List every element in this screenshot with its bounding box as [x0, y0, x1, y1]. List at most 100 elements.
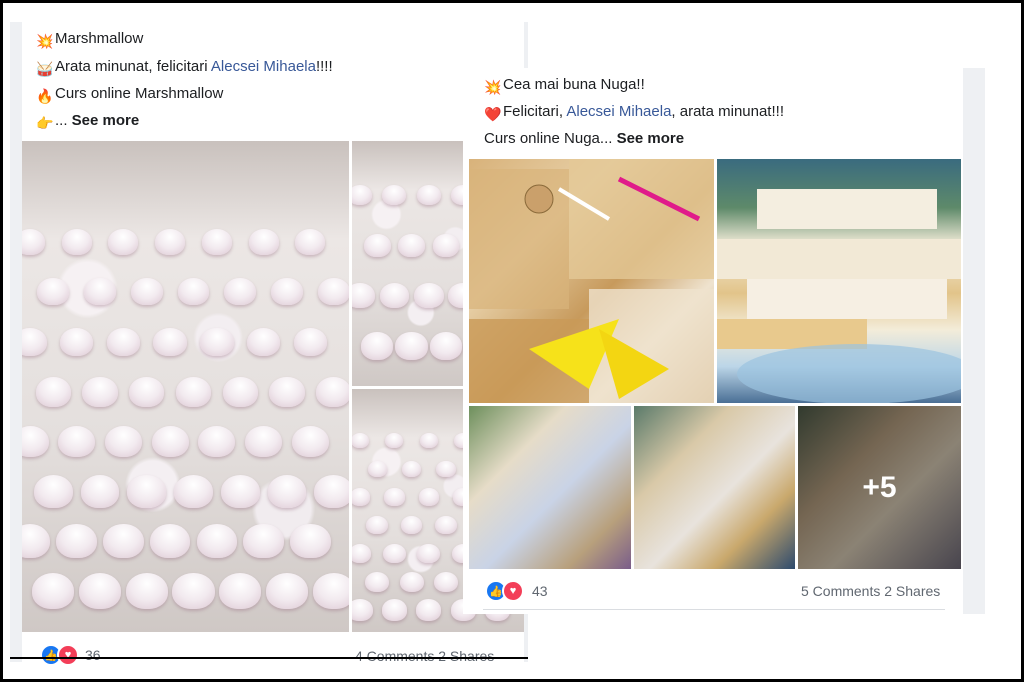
marshmallow-drop: [395, 332, 428, 360]
marshmallow-drop: [417, 543, 441, 564]
post-text: ...: [55, 112, 72, 129]
see-more-link[interactable]: See more: [617, 130, 685, 147]
post-text: Arata minunat, felicitari: [55, 58, 211, 75]
post-card: 💥 Marshmallow 🥁 Arata minunat, felicitari …: [22, 22, 524, 666]
marshmallow-drop: [59, 327, 94, 357]
marshmallow-drop: [22, 229, 45, 255]
more-photos-count: +5: [862, 470, 897, 504]
drum-emoji-icon: 🥁: [36, 61, 54, 77]
see-more-link[interactable]: See more: [72, 112, 140, 129]
marshmallow-drop: [108, 229, 139, 255]
marshmallow-drop: [84, 278, 116, 306]
marshmallow-drop: [379, 283, 410, 309]
marshmallow-drop: [177, 278, 210, 306]
marshmallow-drop: [434, 571, 458, 592]
comments-count[interactable]: 5 Comments: [801, 583, 880, 599]
nougat-stack-illustration: [717, 189, 961, 403]
engagement-stats: 5 Comments 2 Shares: [801, 583, 940, 599]
fire-emoji-icon: 🔥: [36, 88, 54, 104]
collision-emoji-icon: 💥: [36, 33, 54, 49]
post-text: Cea mai buna Nuga!!: [503, 76, 645, 93]
post-text: Curs online Marshmallow: [55, 85, 224, 102]
post-text: !!!!: [315, 58, 333, 75]
marshmallow-drop: [80, 474, 120, 508]
marshmallow-drop: [219, 573, 262, 609]
red-heart-emoji-icon: ❤️: [484, 106, 502, 122]
marshmallow-drop: [414, 283, 444, 309]
marshmallow-drop: [290, 523, 331, 559]
marshmallow-drop: [243, 523, 284, 559]
marshmallow-drop: [220, 474, 260, 508]
reactions-summary[interactable]: 👍 ♥ 43: [485, 580, 548, 602]
photo-nuga-stack[interactable]: [717, 159, 961, 403]
marshmallow-drop: [418, 488, 439, 506]
marshmallow-drop: [367, 460, 387, 477]
post-text: Marshmallow: [55, 30, 144, 47]
marshmallow-drop: [435, 516, 457, 535]
marshmallow-drop: [33, 474, 73, 508]
marshmallow-drop: [366, 516, 388, 535]
marshmallow-drop: [400, 516, 423, 535]
marshmallow-drop: [151, 425, 189, 458]
profile-link[interactable]: Alecsei Mihaela: [211, 58, 316, 75]
marshmallow-drop: [201, 229, 232, 255]
marshmallow-drop: [416, 185, 441, 206]
marshmallow-drop: [248, 229, 279, 255]
marshmallow-drop: [106, 327, 141, 357]
photo-marshmallow-main[interactable]: [22, 141, 349, 632]
more-photos-overlay[interactable]: +5: [798, 406, 961, 569]
photo-nuga-table[interactable]: [634, 406, 795, 569]
marshmallow-drop: [246, 327, 281, 357]
marshmallow-drop: [317, 278, 349, 306]
marshmallow-drop: [398, 234, 425, 257]
photo-nuga-packages[interactable]: [469, 406, 631, 569]
post-text: , arata minunat!!!: [671, 103, 784, 120]
marshmallow-drop: [198, 425, 236, 458]
marshmallow-drop: [295, 229, 326, 255]
marshmallow-drop: [385, 432, 404, 449]
marshmallow-drop: [58, 425, 96, 458]
marshmallow-drop: [265, 573, 309, 609]
marshmallow-drop: [267, 474, 307, 508]
photo-nuga-more[interactable]: +5: [798, 406, 961, 569]
reaction-count: 43: [532, 583, 548, 599]
post-text: Felicitari,: [503, 103, 567, 120]
post-marshmallow: 💥 Marshmallow 🥁 Arata minunat, felicitari …: [10, 22, 528, 666]
marshmallow-drop: [61, 229, 92, 255]
photo-nuga-gifts[interactable]: [469, 159, 714, 403]
marshmallow-drop: [316, 376, 349, 407]
marshmallow-drop: [352, 488, 371, 506]
marshmallow-drop: [153, 327, 187, 357]
comments-count[interactable]: 4 Comments: [355, 648, 434, 664]
post-text-line-3: Curs online Nuga... See more: [484, 130, 684, 148]
marshmallow-drop: [363, 234, 391, 257]
marshmallow-drop: [402, 460, 422, 477]
marshmallow-drop: [352, 599, 373, 621]
marshmallow-drop: [365, 571, 390, 592]
marshmallow-drop: [82, 376, 118, 407]
profile-link[interactable]: Alecsei Mihaela: [566, 103, 671, 120]
post-text-line-1: 💥 Marshmallow: [36, 30, 143, 50]
marshmallow-drop: [352, 432, 369, 449]
marshmallow-drop: [382, 185, 407, 206]
post-text-line-1: 💥 Cea mai buna Nuga!!: [484, 76, 645, 96]
divider: [10, 657, 528, 659]
marshmallow-drop: [222, 376, 258, 407]
marshmallow-drop: [384, 488, 405, 506]
marshmallow-drop: [22, 523, 51, 559]
shares-count[interactable]: 2 Shares: [438, 648, 494, 664]
post-card: 💥 Cea mai buna Nuga!! ❤️ Felicitari, Alecs…: [463, 68, 963, 614]
engagement-stats: 4 Comments 2 Shares: [355, 648, 494, 664]
reaction-count: 36: [85, 647, 101, 663]
shares-count[interactable]: 2 Shares: [884, 583, 940, 599]
marshmallow-drop: [312, 573, 349, 609]
collision-emoji-icon: 💥: [484, 79, 502, 95]
marshmallow-drop: [103, 523, 144, 559]
reactions-summary[interactable]: 👍 ♥ 36: [40, 644, 101, 666]
pointing-hand-emoji-icon: 👉: [36, 115, 54, 131]
marshmallow-drop: [436, 460, 456, 477]
marshmallow-drop: [35, 376, 71, 407]
post-text-line-3: 🔥 Curs online Marshmallow: [36, 85, 223, 105]
marshmallow-drop: [130, 278, 163, 306]
marshmallow-drop: [271, 278, 303, 306]
